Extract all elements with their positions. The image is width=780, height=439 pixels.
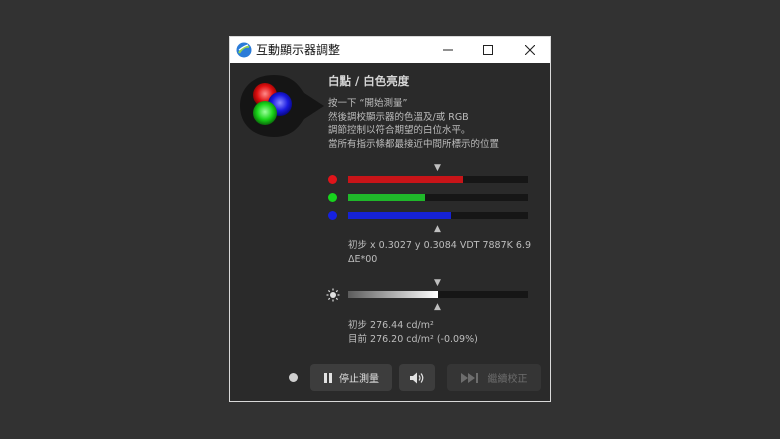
green-bar-track (348, 194, 528, 201)
skip-forward-icon (460, 372, 478, 383)
title-bar: 互動顯示器調整 (230, 37, 550, 63)
red-channel-row (326, 173, 532, 187)
color-reading-line: ΔE*00 (348, 254, 378, 265)
color-reading-line: 初步 x 0.3027 y 0.3084 VDT 7887K 6.9 (348, 240, 531, 251)
stop-measurement-button[interactable]: 停止測量 (310, 364, 392, 391)
red-bar-track (348, 176, 528, 183)
rgb-circles-icon (240, 75, 324, 137)
luminance-bar-fill (348, 291, 438, 298)
luminance-marker-bottom: ▲ (434, 302, 441, 312)
maximize-button[interactable] (468, 37, 508, 63)
luminance-initial: 初步 276.44 cd/m² (348, 320, 434, 331)
sound-toggle-button[interactable] (399, 364, 435, 391)
app-logo-icon (236, 42, 252, 58)
blue-bar-track (348, 212, 528, 219)
close-icon (525, 45, 535, 55)
speaker-icon (410, 372, 424, 383)
minimize-icon (443, 49, 453, 51)
blue-dot-icon (328, 211, 337, 220)
instructions: 按一下 “開始測量” 然後調校顯示器的色溫及/或 RGB 調節控制以符合期望的白… (328, 97, 499, 151)
luminance-reading: 初步 276.44 cd/m² 目前 276.20 cd/m² (-0.09%) (348, 319, 478, 347)
close-button[interactable] (510, 37, 550, 63)
minimize-button[interactable] (428, 37, 468, 63)
maximize-icon (483, 45, 493, 55)
continue-calibration-button[interactable]: 繼續校正 (447, 364, 541, 391)
calibration-window: 互動顯示器調整 白點 / 白色亮度 按一下 “開始測量” 然後調校顯示器的色溫及… (229, 36, 551, 402)
instruction-line: 然後調校顯示器的色溫及/或 RGB (328, 111, 469, 123)
instruction-line: 調節控制以符合期望的白位水平。 (328, 125, 471, 136)
blue-bar-fill (348, 212, 451, 219)
target-marker-top: ▼ (434, 163, 441, 173)
luminance-row (326, 288, 532, 302)
pause-icon (324, 372, 332, 383)
instruction-line: 當所有指示條都最接近中間所標示的位置 (328, 138, 500, 150)
status-indicator (289, 373, 298, 382)
window-title: 互動顯示器調整 (256, 43, 341, 57)
color-reading: 初步 x 0.3027 y 0.3084 VDT 7887K 6.9 ΔE*00 (348, 239, 531, 267)
green-dot-icon (328, 193, 337, 202)
luminance-bar-track (348, 291, 528, 298)
red-bar-fill (348, 176, 464, 183)
target-marker-bottom: ▲ (434, 224, 441, 234)
green-channel-row (326, 191, 532, 205)
stop-measurement-label: 停止測量 (339, 374, 379, 385)
blue-channel-row (326, 209, 532, 223)
green-bar-fill (348, 194, 426, 201)
red-dot-icon (328, 175, 337, 184)
luminance-current: 目前 276.20 cd/m² (-0.09%) (348, 334, 478, 345)
section-title: 白點 / 白色亮度 (328, 74, 410, 88)
continue-calibration-label: 繼續校正 (487, 374, 528, 385)
luminance-marker-top: ▼ (434, 278, 441, 288)
instruction-line: 按一下 “開始測量” (328, 98, 408, 109)
